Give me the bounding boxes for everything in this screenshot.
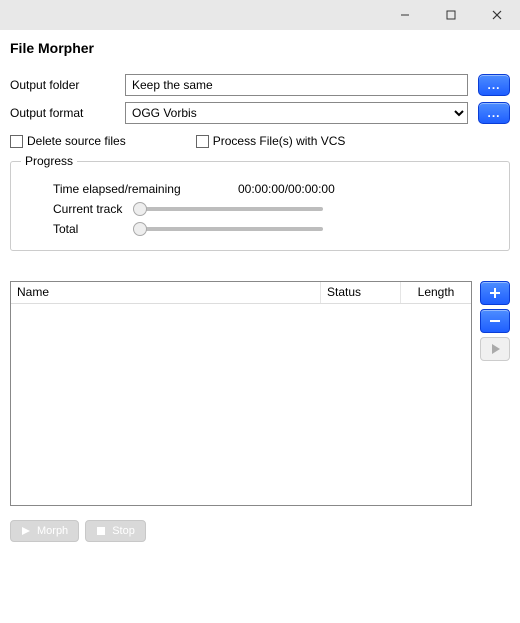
delete-source-checkbox[interactable]: Delete source files	[10, 134, 126, 148]
stop-button[interactable]: Stop	[85, 520, 146, 542]
process-vcs-label: Process File(s) with VCS	[213, 134, 346, 148]
current-track-slider[interactable]	[133, 202, 323, 216]
play-icon	[489, 343, 501, 355]
time-label: Time elapsed/remaining	[53, 182, 238, 196]
plus-icon	[489, 287, 501, 299]
remove-file-button[interactable]	[480, 309, 510, 333]
column-length[interactable]: Length	[401, 282, 471, 303]
total-slider[interactable]	[133, 222, 323, 236]
slider-thumb	[133, 202, 147, 216]
checkbox-icon	[196, 135, 209, 148]
output-folder-label: Output folder	[10, 78, 125, 92]
table-header: Name Status Length	[11, 282, 471, 304]
add-file-button[interactable]	[480, 281, 510, 305]
slider-track	[133, 227, 323, 231]
play-file-button[interactable]	[480, 337, 510, 361]
minus-icon	[489, 315, 501, 327]
output-format-select[interactable]: OGG Vorbis	[125, 102, 468, 124]
process-vcs-checkbox[interactable]: Process File(s) with VCS	[196, 134, 346, 148]
morph-label: Morph	[37, 525, 68, 537]
current-track-label: Current track	[53, 202, 133, 216]
progress-group: Progress Time elapsed/remaining 00:00:00…	[10, 154, 510, 251]
column-name[interactable]: Name	[11, 282, 321, 303]
progress-legend: Progress	[21, 154, 77, 168]
time-value: 00:00:00/00:00:00	[238, 182, 335, 196]
output-format-options-button[interactable]: ...	[478, 102, 510, 124]
maximize-button[interactable]	[428, 0, 474, 30]
output-folder-input[interactable]	[125, 74, 468, 96]
titlebar	[0, 0, 520, 30]
page-title: File Morpher	[10, 40, 510, 56]
file-table: Name Status Length	[10, 281, 472, 506]
play-icon	[21, 526, 31, 536]
stop-label: Stop	[112, 525, 135, 537]
total-label: Total	[53, 222, 133, 236]
column-status[interactable]: Status	[321, 282, 401, 303]
close-button[interactable]	[474, 0, 520, 30]
checkbox-icon	[10, 135, 23, 148]
stop-icon	[96, 526, 106, 536]
minimize-button[interactable]	[382, 0, 428, 30]
delete-source-label: Delete source files	[27, 134, 126, 148]
slider-track	[133, 207, 323, 211]
morph-button[interactable]: Morph	[10, 520, 79, 542]
output-folder-browse-button[interactable]: ...	[478, 74, 510, 96]
slider-thumb	[133, 222, 147, 236]
output-format-label: Output format	[10, 106, 125, 120]
